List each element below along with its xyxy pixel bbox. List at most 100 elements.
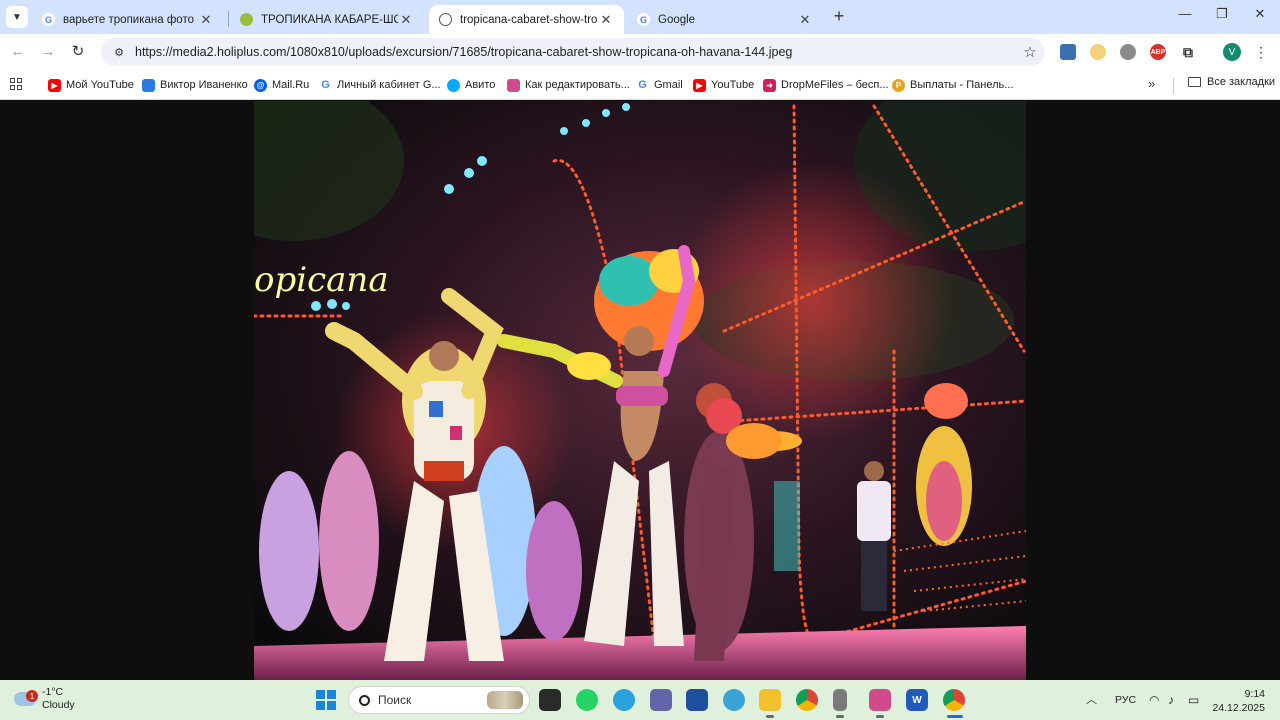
close-icon[interactable]: ✕ bbox=[398, 12, 414, 28]
volume-icon[interactable]: ♪ bbox=[1168, 693, 1174, 707]
bookmark-gmail[interactable]: G Gmail bbox=[636, 76, 683, 94]
close-icon[interactable]: ✕ bbox=[198, 12, 214, 28]
all-bookmarks-folder[interactable]: Все закладки bbox=[1188, 76, 1275, 88]
bookmark-youtube[interactable]: ▶ YouTube bbox=[693, 76, 754, 94]
books-app-icon[interactable] bbox=[869, 689, 891, 711]
battery-icon[interactable]: ▭ bbox=[1188, 693, 1199, 707]
cabaret-photo[interactable]: opicana bbox=[254, 101, 1026, 680]
start-button[interactable] bbox=[316, 690, 336, 710]
weather-badge: 1 bbox=[26, 690, 38, 702]
close-icon[interactable]: ✕ bbox=[598, 12, 614, 28]
bookmark-mailru[interactable]: @ Mail.Ru bbox=[254, 76, 309, 94]
weather-widget[interactable]: 1 -1°C Cloudy bbox=[14, 686, 75, 712]
task-view-icon[interactable] bbox=[539, 689, 561, 711]
search-icon bbox=[359, 694, 370, 706]
file-explorer-icon[interactable] bbox=[759, 689, 781, 711]
bookmark-avito[interactable]: Авито bbox=[447, 76, 495, 94]
url-text[interactable]: https://media2.holiplus.com/1080x810/upl… bbox=[133, 45, 1015, 59]
running-indicator bbox=[836, 715, 844, 718]
bookmark-viktor[interactable]: Виктор Иваненко bbox=[142, 76, 248, 94]
avito-icon bbox=[447, 78, 460, 92]
windows-taskbar: 1 -1°C Cloudy Поиск W ︿ РУС ◠ ♪ ▭ 9:14 2… bbox=[0, 680, 1280, 720]
google-g-icon: G bbox=[636, 78, 649, 92]
tab-title: Google bbox=[658, 13, 696, 26]
tab-search-button[interactable]: ▼ bbox=[6, 6, 28, 28]
word-icon[interactable]: W bbox=[906, 689, 928, 711]
telegram-icon[interactable] bbox=[613, 689, 635, 711]
bookmark-label: Выплаты - Панель... bbox=[910, 79, 1014, 91]
tab-3-active[interactable]: tropicana-cabaret-show-tropica ✕ bbox=[429, 5, 624, 34]
chrome-profile-icon[interactable] bbox=[943, 689, 965, 711]
bookmark-label: DropMeFiles – бесп... bbox=[781, 79, 889, 91]
bookmark-dropmefiles[interactable]: ➜ DropMeFiles – бесп... bbox=[763, 76, 889, 94]
extensions-puzzle-icon[interactable]: ⧉ bbox=[1180, 44, 1196, 60]
new-tab-button[interactable]: + bbox=[830, 6, 848, 26]
profile-letter: V bbox=[1228, 46, 1236, 58]
weather-desc: Cloudy bbox=[42, 699, 75, 711]
whatsapp-icon[interactable] bbox=[576, 689, 598, 711]
site-info-icon[interactable]: ⚙ bbox=[105, 46, 133, 59]
clock[interactable]: 9:14 24.12.2025 bbox=[1205, 687, 1265, 715]
youtube-icon: ▶ bbox=[693, 78, 706, 92]
payout-icon: P bbox=[892, 78, 905, 92]
tab-title: варьете тропикана фото - Пои bbox=[63, 13, 198, 26]
clock-time: 9:14 bbox=[1244, 688, 1265, 700]
google-g-icon: G bbox=[637, 13, 650, 26]
google-g-icon: G bbox=[42, 13, 55, 26]
tab-1[interactable]: G варьете тропикана фото - Пои ✕ bbox=[32, 5, 224, 34]
running-indicator bbox=[876, 715, 884, 718]
bookmark-label: YouTube bbox=[711, 79, 755, 91]
bookmark-google-account[interactable]: G Личный кабинет G... bbox=[319, 76, 441, 94]
profile-avatar[interactable]: V bbox=[1223, 43, 1241, 61]
bookmark-edit-guide[interactable]: Как редактировать... bbox=[507, 76, 630, 94]
plus-icon: + bbox=[833, 6, 845, 26]
restore-button[interactable]: ❐ bbox=[1210, 6, 1234, 26]
minimize-button[interactable]: — bbox=[1173, 6, 1197, 26]
chrome-icon[interactable] bbox=[796, 689, 818, 711]
store-icon[interactable] bbox=[686, 689, 708, 711]
taskbar-search[interactable]: Поиск bbox=[348, 686, 530, 714]
bookmark-label: Gmail bbox=[654, 79, 683, 91]
globe-extension-icon[interactable] bbox=[1120, 44, 1136, 60]
active-app-indicator bbox=[947, 715, 963, 718]
globe-app-icon[interactable] bbox=[723, 689, 745, 711]
arrow-right-icon: → bbox=[40, 43, 56, 60]
more-bookmarks-icon[interactable]: » bbox=[1148, 76, 1155, 91]
address-bar[interactable]: ⚙ https://media2.holiplus.com/1080x810/u… bbox=[101, 38, 1045, 66]
close-icon: ✕ bbox=[1254, 6, 1266, 21]
bookmark-payouts[interactable]: P Выплаты - Панель... bbox=[892, 76, 1013, 94]
tray-chevron-up-icon[interactable]: ︿ bbox=[1086, 691, 1097, 707]
mailru-icon: @ bbox=[254, 78, 267, 92]
usb-device-icon[interactable] bbox=[833, 689, 847, 711]
chevron-down-icon: ▼ bbox=[12, 11, 22, 23]
running-indicator bbox=[766, 715, 774, 718]
forward-button[interactable]: → bbox=[38, 42, 58, 62]
close-icon[interactable]: ✕ bbox=[797, 12, 813, 28]
bookmark-label: Виктор Иваненко bbox=[160, 79, 248, 91]
dropmefiles-icon: ➜ bbox=[763, 78, 776, 92]
reload-button[interactable]: ↻ bbox=[68, 42, 88, 62]
tab-2[interactable]: ТРОПИКАНА КАБАРЕ-ШОУ "ТР ✕ bbox=[230, 5, 424, 34]
bookmark-label: Мой YouTube bbox=[66, 79, 134, 91]
bookmark-star-icon[interactable]: ☆ bbox=[1015, 43, 1045, 61]
apps-grid-icon[interactable] bbox=[10, 78, 22, 90]
back-button[interactable]: ← bbox=[8, 42, 28, 62]
minimize-icon: — bbox=[1178, 6, 1192, 21]
wifi-icon[interactable]: ◠ bbox=[1149, 693, 1159, 707]
close-window-button[interactable]: ✕ bbox=[1248, 6, 1272, 26]
photo-illustration: opicana bbox=[254, 101, 1026, 680]
bookmark-label: Авито bbox=[465, 79, 496, 91]
leaf-icon bbox=[240, 13, 253, 26]
folder-label: Все закладки bbox=[1207, 76, 1276, 88]
browser-menu-icon[interactable]: ⋮ bbox=[1254, 43, 1268, 61]
extension-yellow-icon[interactable] bbox=[1090, 44, 1106, 60]
divider bbox=[1173, 78, 1174, 94]
weather-temp: -1°C bbox=[42, 686, 64, 698]
youtube-icon: ▶ bbox=[48, 78, 61, 92]
tab-4[interactable]: G Google ✕ bbox=[627, 5, 823, 34]
bookmark-my-youtube[interactable]: ▶ Мой YouTube bbox=[48, 76, 134, 94]
save-extension-icon[interactable] bbox=[1060, 44, 1076, 60]
language-indicator[interactable]: РУС bbox=[1115, 694, 1136, 706]
adblock-icon[interactable]: ABP bbox=[1150, 44, 1166, 60]
teams-icon[interactable] bbox=[650, 689, 672, 711]
